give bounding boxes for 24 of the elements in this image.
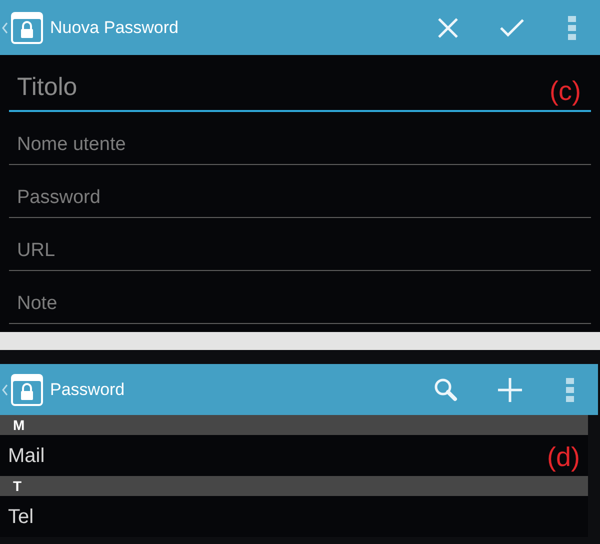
section-header: T	[0, 476, 588, 496]
text-field[interactable]: Nome utente	[9, 112, 591, 165]
checkmark-icon	[499, 18, 525, 38]
lock-app-icon	[10, 372, 44, 406]
text-field[interactable]: Password	[9, 165, 591, 218]
back-chevron-icon	[2, 22, 8, 34]
text-field[interactable]: URL	[9, 218, 591, 271]
plus-icon	[497, 376, 523, 402]
lock-app-icon	[10, 10, 44, 44]
screen-title: Nuova Password	[50, 16, 180, 39]
more-icon	[566, 378, 574, 402]
back-chevron-icon	[2, 384, 8, 396]
app-home-button[interactable]	[0, 10, 44, 44]
section-header: M	[0, 415, 588, 435]
list-item[interactable]: Tel	[0, 496, 588, 537]
panel-label: (d)	[547, 441, 580, 474]
list-item[interactable]: Mail (d)	[0, 435, 588, 476]
text-field[interactable]: Note	[9, 271, 591, 324]
search-icon	[434, 378, 458, 402]
app-home-button[interactable]	[0, 372, 44, 406]
screen-title: Password	[50, 378, 126, 401]
more-icon	[568, 16, 576, 40]
panel-label: (c)	[550, 75, 581, 108]
close-icon	[437, 16, 459, 38]
